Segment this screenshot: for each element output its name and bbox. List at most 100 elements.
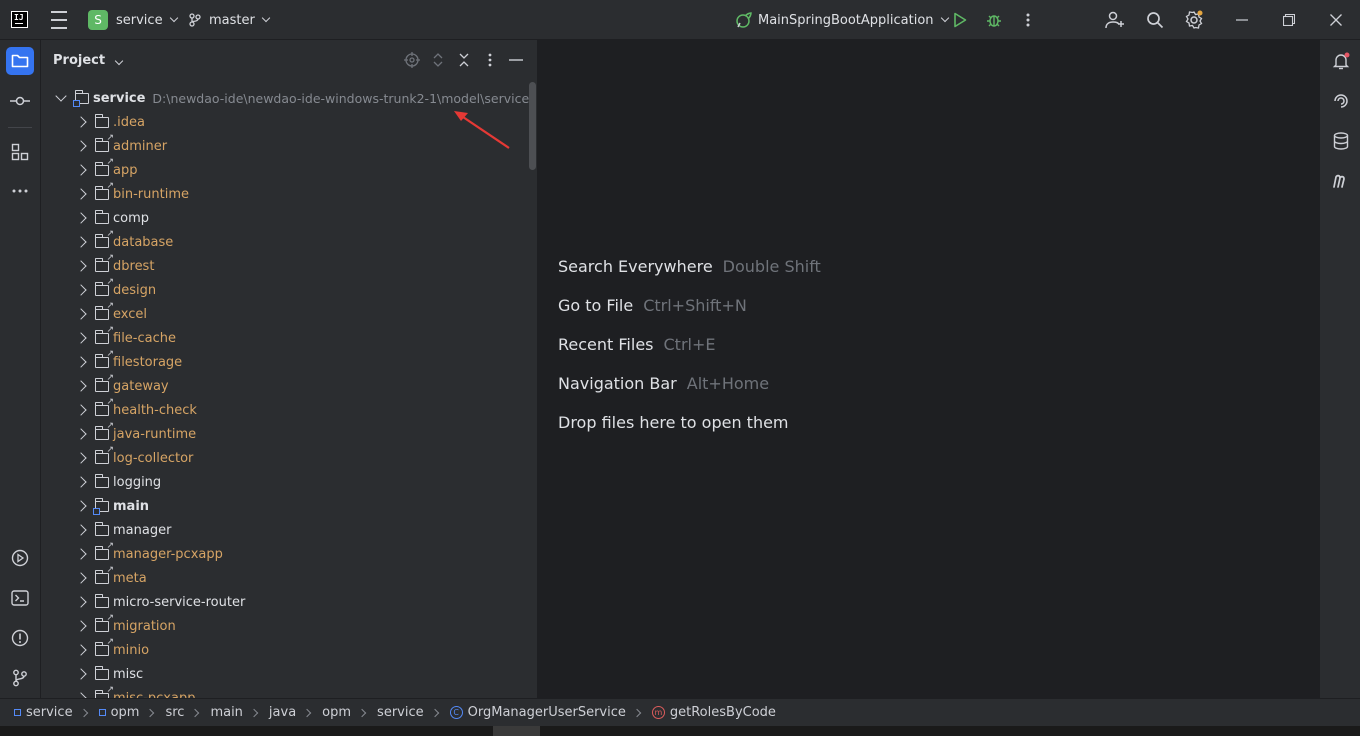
terminal-tool-icon[interactable] [6,584,34,612]
collapse-all-icon[interactable] [456,52,472,68]
excluded-folder-icon [94,541,114,560]
tree-item-folder[interactable]: java-runtime [75,421,196,446]
chevron-right-icon[interactable] [75,356,87,368]
hint-action: Drop files here to open them [558,413,789,432]
tree-item-folder[interactable]: health-check [75,397,197,422]
tree-item-folder[interactable]: filestorage [75,349,183,374]
chevron-right-icon[interactable] [75,476,87,488]
chevron-right-icon[interactable] [75,620,87,632]
chevron-right-icon[interactable] [75,572,87,584]
locate-file-icon[interactable] [404,52,420,68]
panel-options-icon[interactable] [482,52,498,68]
debug-icon[interactable] [984,10,1004,30]
breadcrumb-item[interactable]: java [269,705,322,720]
tree-item-folder[interactable]: manager-pcxapp [75,541,223,566]
chevron-right-icon[interactable] [75,140,87,152]
tree-item-folder[interactable]: design [75,277,156,302]
breadcrumb-item[interactable]: main [210,705,268,720]
tree-item-folder[interactable]: meta [75,565,147,590]
chevron-right-icon[interactable] [75,260,87,272]
tree-item-folder[interactable]: log-collector [75,445,193,470]
chevron-right-icon[interactable] [75,428,87,440]
tree-item-folder[interactable]: micro-service-router [75,590,245,614]
chevron-right-icon[interactable] [75,644,87,656]
chevron-right-icon[interactable] [75,404,87,416]
problems-tool-icon[interactable] [6,624,34,652]
tree-item-folder[interactable]: file-cache [75,325,176,350]
project-view-selector[interactable]: Project [53,53,123,68]
tree-item-folder[interactable]: migration [75,613,176,638]
breadcrumb-item[interactable]: opm [98,705,166,720]
chevron-right-icon[interactable] [75,188,87,200]
chevron-right-icon[interactable] [75,668,87,680]
git-tool-icon[interactable] [6,664,34,692]
settings-gear-icon[interactable] [1184,10,1204,30]
breadcrumb-item[interactable]: C OrgManagerUserService [449,705,652,720]
run-icon[interactable] [950,10,970,30]
maven-icon[interactable] [1330,170,1352,192]
breadcrumb-label: getRolesByCode [669,705,776,720]
main-menu-button[interactable] [50,0,68,40]
tree-item-folder[interactable]: manager [75,518,171,542]
restore-icon[interactable] [1279,10,1299,30]
chevron-right-icon[interactable] [75,308,87,320]
tree-item-folder[interactable]: minio [75,637,149,662]
tree-item-folder[interactable]: app [75,157,137,182]
ai-assistant-icon[interactable] [1330,90,1352,112]
tree-item-folder[interactable]: database [75,229,173,254]
breadcrumb-item[interactable]: service [14,705,99,720]
tree-item-folder[interactable]: misc-pcxapp [75,685,195,698]
chevron-right-icon[interactable] [75,452,87,464]
more-actions-icon[interactable] [1018,10,1038,30]
chevron-right-icon[interactable] [75,500,87,512]
breadcrumb-item[interactable]: m getRolesByCode [651,705,776,720]
more-tools-icon[interactable] [6,177,34,205]
chevron-right-icon[interactable] [75,116,87,128]
notifications-bell-icon[interactable] [1330,50,1352,72]
chevron-down-icon[interactable] [55,90,67,102]
minimize-icon[interactable] [1232,10,1252,30]
vcs-branch-widget[interactable]: master [189,0,271,40]
tree-item-folder[interactable]: gateway [75,373,169,398]
tree-item-folder[interactable]: adminer [75,133,167,158]
services-tool-icon[interactable] [6,544,34,572]
breadcrumb-label: main [210,705,243,720]
chevron-right-icon[interactable] [75,596,87,608]
breadcrumb-item[interactable]: opm [322,705,377,720]
project-tool-icon[interactable] [6,47,34,75]
tree-item-folder[interactable]: comp [75,206,149,230]
hide-panel-icon[interactable] [508,52,524,68]
intellij-logo-icon[interactable]: IJ [11,11,28,28]
chevron-right-icon[interactable] [75,284,87,296]
tree-item-folder[interactable]: .idea [75,110,145,134]
tree-item-folder[interactable]: main [75,494,149,518]
chevron-down-icon [261,13,271,23]
tree-item-folder[interactable]: bin-runtime [75,181,189,206]
search-icon[interactable] [1145,10,1165,30]
project-widget[interactable]: S service [88,0,178,40]
taskbar-app[interactable] [493,726,540,736]
tree-item-folder[interactable]: misc [75,662,143,686]
database-icon[interactable] [1330,130,1352,152]
tree-item-label: filestorage [113,354,183,370]
breadcrumb-item[interactable]: src [165,705,210,720]
tree-scrollbar[interactable] [529,82,536,170]
chevron-right-icon[interactable] [75,332,87,344]
chevron-right-icon[interactable] [75,212,87,224]
tree-item-folder[interactable]: logging [75,470,161,494]
breadcrumb-item[interactable]: service [377,705,450,720]
excluded-folder-icon [94,253,114,272]
chevron-right-icon[interactable] [75,380,87,392]
commit-tool-icon[interactable] [6,87,34,115]
tree-item-folder[interactable]: dbrest [75,253,154,278]
close-icon[interactable] [1326,10,1346,30]
add-user-icon[interactable] [1105,10,1125,30]
chevron-right-icon[interactable] [75,164,87,176]
chevron-right-icon[interactable] [75,236,87,248]
expand-all-icon[interactable] [430,52,446,68]
chevron-right-icon[interactable] [75,524,87,536]
chevron-right-icon[interactable] [75,548,87,560]
run-config-widget[interactable]: MainSpringBootApplication [734,0,949,40]
tree-item-folder[interactable]: excel [75,301,147,326]
structure-tool-icon[interactable] [6,138,34,166]
